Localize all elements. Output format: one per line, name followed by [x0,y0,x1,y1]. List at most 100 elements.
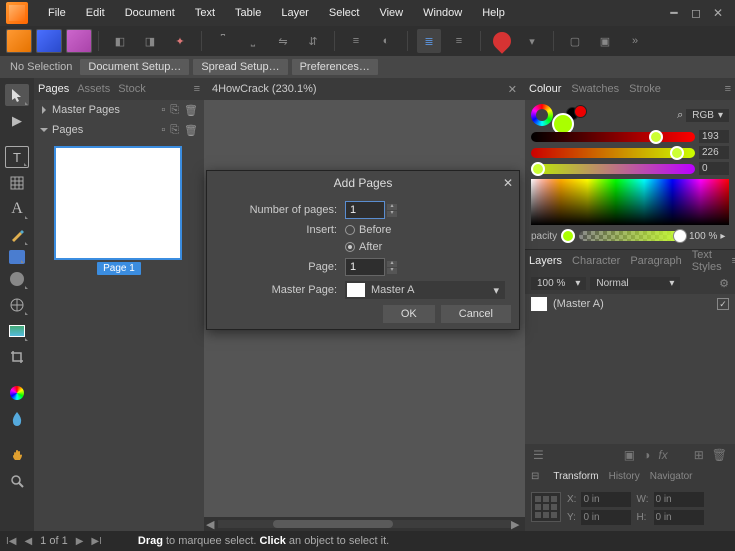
tool-picture-frame[interactable] [5,320,29,342]
tool-node[interactable]: ▶ [5,110,29,132]
layers-stack-icon[interactable]: ☰ [533,448,544,462]
persona-photo-icon[interactable] [66,29,92,53]
tool-zoom[interactable] [5,470,29,492]
menu-table[interactable]: Table [225,3,271,23]
page-number-field[interactable] [345,258,385,276]
menu-window[interactable]: Window [413,3,472,23]
layers-delete-icon[interactable]: 🗑 [712,448,727,462]
tool-rectangle[interactable] [9,250,25,264]
colour-panel-menu-icon[interactable]: ≡ [725,83,731,95]
page-number-spinner[interactable]: ▴▾ [387,261,397,274]
transform-h-field[interactable] [654,510,704,525]
document-tab[interactable]: 4HowCrack (230.1%) ✕ [204,78,525,100]
status-next-page-icon[interactable]: ▶ [76,536,84,547]
transform-w-field[interactable] [654,492,704,507]
colour-picker-icon[interactable]: ⌕ [677,109,683,122]
slider-red-value[interactable]: 193 [699,130,729,143]
tab-assets[interactable]: Assets [77,83,110,95]
toolbar-constraints-icon[interactable]: ▢ [563,29,587,53]
slider-red[interactable]: 193 [531,130,729,143]
slider-green-value[interactable]: 226 [699,146,729,159]
tool-artistic-text[interactable]: A [5,198,29,220]
colour-mode-dropdown[interactable]: RGB ▾ [686,109,729,122]
number-of-pages-spinner[interactable]: ▴▾ [387,204,397,217]
toolbar-baseline-icon[interactable]: ≡ [344,29,368,53]
persona-designer-icon[interactable] [36,29,62,53]
scroll-left-icon[interactable]: ◀ [206,518,218,531]
menu-text[interactable]: Text [185,3,225,23]
layers-settings-icon[interactable]: ⚙ [719,277,729,290]
tab-textstyles[interactable]: Text Styles [692,249,722,273]
layers-mask-icon[interactable]: ▣ [624,448,635,462]
tool-pan[interactable] [5,444,29,466]
slider-blue[interactable]: 0 [531,162,729,175]
tab-pages[interactable]: Pages [38,83,69,95]
layer-row-master-a[interactable]: (Master A) ✓ [525,294,735,314]
tool-frame-text[interactable]: T [5,146,29,168]
slider-green[interactable]: 226 [531,146,729,159]
tab-colour[interactable]: Colour [529,83,561,95]
window-maximize-icon[interactable]: ◻ [685,6,707,20]
tab-paragraph[interactable]: Paragraph [630,255,681,267]
toolbar-snap-dropdown-icon[interactable]: ▾ [520,29,544,53]
toolbar-flip-v-icon[interactable]: ⇵ [301,29,325,53]
context-document-setup-button[interactable]: Document Setup… [80,59,189,75]
toolbar-preview-icon[interactable]: ◐ [374,29,398,53]
toolbar-wrap-icon[interactable]: ▣ [593,29,617,53]
menu-help[interactable]: Help [472,3,515,23]
panel-menu-icon[interactable]: ≡ [194,83,200,95]
tab-swatches[interactable]: Swatches [571,83,619,95]
layers-add-icon[interactable]: ⊞ [694,448,704,462]
transform-y-field[interactable] [581,510,631,525]
tab-transform[interactable]: Transform [553,471,598,482]
pages-delete-icon[interactable]: 🗑 [184,124,198,137]
transform-lock-icon[interactable]: ⊟ [531,471,539,482]
layers-fx-icon[interactable]: fx [658,448,667,462]
master-dup-icon[interactable]: ⎘ [170,104,179,117]
toolbar-align-bottom-icon[interactable]: ⎵ [241,29,265,53]
toolbar-align-top-icon[interactable]: ⎴ [211,29,235,53]
toolbar-align-center-icon[interactable]: ≡ [447,29,471,53]
scroll-thumb[interactable] [273,520,393,528]
slider-blue-value[interactable]: 0 [699,162,729,175]
status-last-page-icon[interactable]: ▶I [91,536,101,547]
tool-pen[interactable] [5,224,29,246]
opacity-value[interactable]: 100 %▸ [689,231,729,242]
tool-table[interactable] [5,172,29,194]
layer-visibility-checkbox[interactable]: ✓ [717,298,729,310]
scroll-right-icon[interactable]: ▶ [511,518,523,531]
page-thumbnail-1[interactable] [54,146,182,260]
tool-ellipse[interactable] [5,268,29,290]
tool-crop[interactable] [5,346,29,368]
dialog-cancel-button[interactable]: Cancel [441,305,511,323]
toolbar-text-align-icon[interactable]: ≣ [417,29,441,53]
tab-character[interactable]: Character [572,255,620,267]
transform-x-field[interactable] [581,492,631,507]
colour-spectrum[interactable] [531,179,729,225]
tab-layers[interactable]: Layers [529,255,562,267]
toolbar-arrange-back-icon[interactable]: ◧ [108,29,132,53]
menu-file[interactable]: File [38,3,76,23]
master-delete-icon[interactable]: 🗑 [184,104,198,117]
dialog-ok-button[interactable]: OK [383,305,435,323]
menu-view[interactable]: View [369,3,413,23]
menu-document[interactable]: Document [115,3,185,23]
persona-publisher-icon[interactable] [6,29,32,53]
swatch-recent[interactable] [574,105,587,118]
tab-navigator[interactable]: Navigator [650,471,693,482]
toolbar-flip-h-icon[interactable]: ⇋ [271,29,295,53]
context-spread-setup-button[interactable]: Spread Setup… [193,59,287,75]
insert-before-radio[interactable] [345,225,355,235]
number-of-pages-field[interactable] [345,201,385,219]
pages-header[interactable]: Pages ▫⎘🗑 [34,120,204,140]
master-pages-header[interactable]: Master Pages ▫⎘🗑 [34,100,204,120]
menu-select[interactable]: Select [319,3,370,23]
colour-wheel-icon[interactable] [531,104,553,126]
tool-transparency[interactable] [5,408,29,430]
horizontal-scrollbar[interactable]: ◀ ▶ [204,517,525,531]
context-preferences-button[interactable]: Preferences… [292,59,378,75]
dialog-close-icon[interactable]: ✕ [503,176,513,190]
tab-stroke[interactable]: Stroke [629,83,661,95]
menu-edit[interactable]: Edit [76,3,115,23]
pages-dup-icon[interactable]: ⎘ [170,124,179,137]
